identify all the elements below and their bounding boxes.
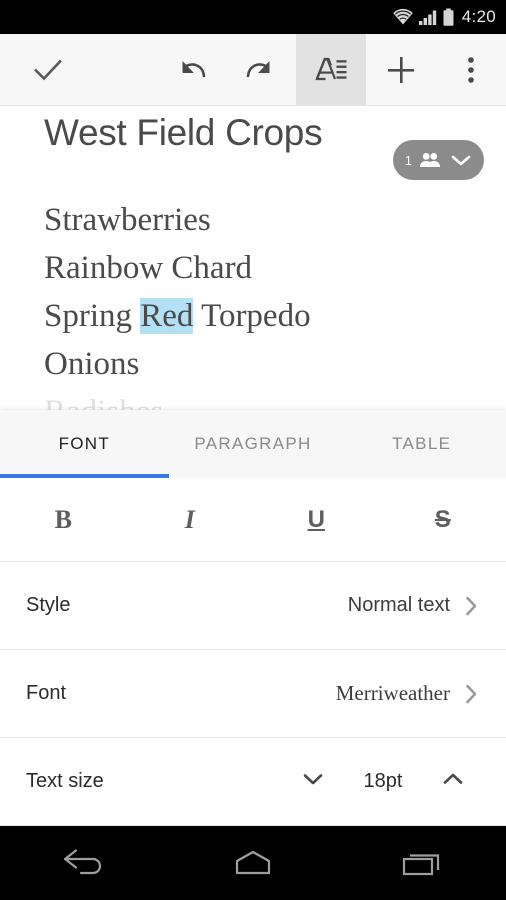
editor-toolbar xyxy=(0,34,506,106)
active-tab-indicator xyxy=(0,474,169,478)
text-format-button[interactable] xyxy=(296,34,366,105)
document-line-selected[interactable]: Spring Red Torpedo xyxy=(44,292,462,340)
document-line[interactable]: Onions xyxy=(44,340,462,388)
insert-button[interactable] xyxy=(366,34,436,105)
nav-recents-button[interactable] xyxy=(367,846,477,880)
document-canvas[interactable]: West Field Crops Strawberries Rainbow Ch… xyxy=(0,106,506,410)
home-icon xyxy=(235,850,271,875)
format-panel: FONT PARAGRAPH TABLE B I U S Style Norma… xyxy=(0,410,506,826)
chevron-down-icon xyxy=(303,774,323,785)
undo-button[interactable] xyxy=(156,34,226,105)
battery-icon xyxy=(443,8,454,26)
selected-text-highlight[interactable]: Red xyxy=(140,298,194,334)
tab-paragraph[interactable]: PARAGRAPH xyxy=(169,434,338,454)
text-size-value: 18pt xyxy=(363,770,403,792)
status-time: 4:20 xyxy=(461,7,496,26)
nav-back-button[interactable] xyxy=(29,846,139,880)
italic-button[interactable]: I xyxy=(127,505,254,535)
more-vert-icon xyxy=(468,56,474,83)
line-text-after: Torpedo xyxy=(193,298,311,334)
text-size-label: Text size xyxy=(26,770,104,792)
text-style-buttons: B I U S xyxy=(0,478,506,562)
document-line-partial[interactable]: Radishes xyxy=(44,388,462,410)
bold-button[interactable]: B xyxy=(0,505,127,535)
text-size-row: Text size 18pt xyxy=(0,738,506,826)
style-row[interactable]: Style Normal text xyxy=(0,562,506,650)
people-icon xyxy=(420,153,440,167)
text-format-icon xyxy=(315,57,347,80)
wifi-icon xyxy=(392,8,413,25)
tab-table[interactable]: TABLE xyxy=(337,434,506,454)
done-button[interactable] xyxy=(0,34,96,105)
nav-home-button[interactable] xyxy=(198,846,308,880)
plus-icon xyxy=(388,56,414,83)
line-text-before: Spring xyxy=(44,298,141,334)
document-line[interactable]: Rainbow Chard xyxy=(44,244,462,292)
font-label: Font xyxy=(26,682,67,704)
back-arrow-icon xyxy=(64,849,102,875)
increase-text-size-button[interactable] xyxy=(426,764,480,799)
strikethrough-button[interactable]: S xyxy=(380,506,506,534)
recents-icon xyxy=(402,854,439,876)
document-body[interactable]: Strawberries Rainbow Chard Spring Red To… xyxy=(44,196,462,410)
font-value: Merriweather xyxy=(335,681,450,705)
redo-button[interactable] xyxy=(226,34,296,105)
status-icons xyxy=(392,8,455,27)
font-row[interactable]: Font Merriweather xyxy=(0,650,506,738)
style-label: Style xyxy=(26,594,71,616)
collaborators-badge[interactable]: 1 xyxy=(392,140,484,180)
collaborator-count: 1 xyxy=(404,152,412,168)
format-tabs: FONT PARAGRAPH TABLE xyxy=(0,410,506,478)
decrease-text-size-button[interactable] xyxy=(286,764,340,799)
status-bar: 4:20 xyxy=(0,0,506,34)
chevron-down-icon xyxy=(451,155,471,166)
undo-icon xyxy=(182,60,206,77)
check-icon xyxy=(34,59,62,80)
chevron-up-icon xyxy=(443,773,463,784)
app-root: 4:20 West Field Crops Strawberries Rainb… xyxy=(0,0,506,900)
redo-icon xyxy=(246,60,270,77)
cellular-signal-icon xyxy=(418,10,436,25)
overflow-menu-button[interactable] xyxy=(436,34,506,105)
system-navigation-bar xyxy=(0,826,506,900)
chevron-right-icon xyxy=(466,684,477,703)
chevron-right-icon xyxy=(466,596,477,615)
style-value: Normal text xyxy=(347,594,450,616)
tab-font[interactable]: FONT xyxy=(0,434,169,454)
document-line[interactable]: Strawberries xyxy=(44,196,462,244)
underline-button[interactable]: U xyxy=(253,506,380,534)
